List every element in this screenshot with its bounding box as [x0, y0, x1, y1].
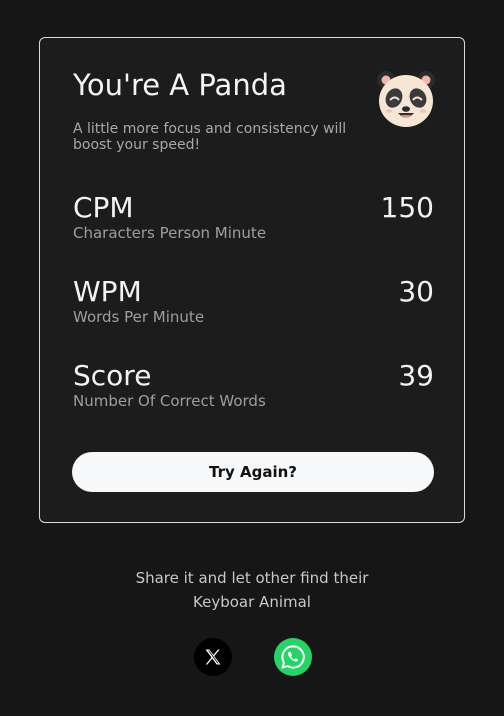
stat-description: Characters Person Minute: [73, 224, 267, 242]
stat-value: 30: [398, 275, 434, 308]
stat-description: Words Per Minute: [73, 308, 205, 326]
result-message: A little more focus and consistency will…: [73, 121, 347, 153]
stat-value: 39: [398, 359, 434, 392]
panda-face-icon: [377, 71, 435, 127]
stat-name: WPM: [73, 275, 142, 308]
whatsapp-icon: [281, 645, 305, 669]
share-whatsapp-button[interactable]: [274, 638, 312, 676]
try-again-button[interactable]: Try Again?: [72, 452, 434, 492]
stat-name: Score: [73, 359, 152, 392]
stat-score: Score 39 Number Of Correct Words: [73, 359, 434, 419]
share-line-1: Share it and let other find their: [135, 569, 369, 587]
stat-cpm: CPM 150 Characters Person Minute: [73, 191, 434, 251]
stat-value: 150: [380, 191, 434, 224]
result-title: You're A Panda: [73, 68, 287, 102]
stat-wpm: WPM 30 Words Per Minute: [73, 275, 434, 335]
stat-name: CPM: [73, 191, 134, 224]
stat-description: Number Of Correct Words: [73, 392, 266, 410]
result-card: You're A Panda A little more focus and c…: [39, 37, 465, 523]
share-line-2: Keyboar Animal: [193, 593, 311, 611]
share-x-button[interactable]: [194, 638, 232, 676]
share-prompt: Share it and let other find their Keyboa…: [0, 566, 504, 614]
x-logo-icon: [205, 649, 221, 665]
